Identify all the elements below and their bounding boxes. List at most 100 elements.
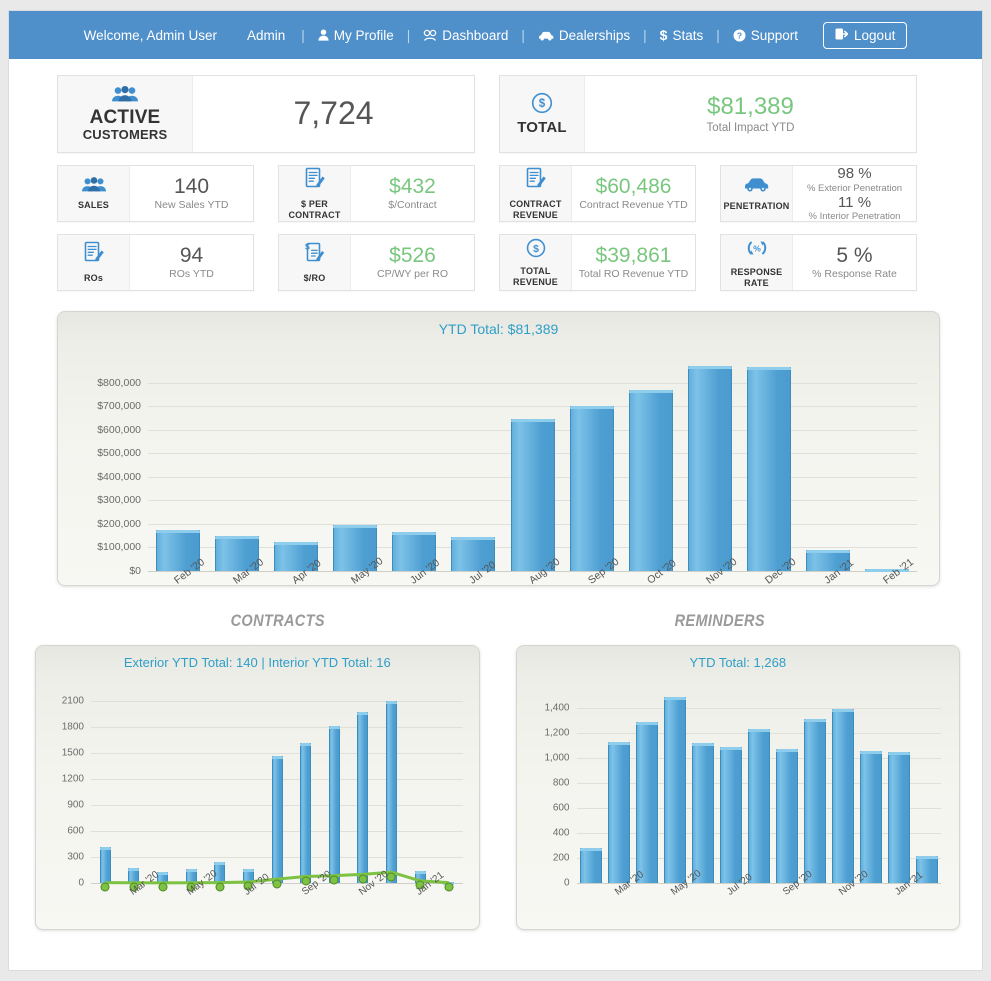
card-badge: $ TOTAL REVENUE bbox=[500, 235, 572, 290]
nav-item-support[interactable]: ? Support bbox=[722, 28, 809, 43]
card-value: $432 bbox=[389, 174, 436, 198]
y-axis-tick-label: 300 bbox=[67, 851, 84, 863]
contract-icon bbox=[304, 167, 326, 196]
nav-item-dashboard[interactable]: Dashboard bbox=[412, 28, 519, 43]
y-axis-tick-label: $500,000 bbox=[97, 447, 141, 460]
card-subtext: % Response Rate bbox=[812, 268, 897, 281]
contracts-heading: CONTRACTS bbox=[230, 612, 325, 630]
line-data-point[interactable] bbox=[100, 882, 110, 892]
users-icon bbox=[112, 85, 138, 107]
line-data-point[interactable] bbox=[158, 882, 168, 892]
y-axis-tick-label: $600,000 bbox=[97, 423, 141, 436]
nav-item-admin[interactable]: Admin bbox=[233, 28, 299, 43]
chart-bar[interactable] bbox=[747, 366, 792, 571]
y-axis-tick-label: 900 bbox=[67, 799, 84, 811]
chart-bar[interactable] bbox=[860, 750, 883, 883]
bottom-charts-row: Exterior YTD Total: 140 | Interior YTD T… bbox=[9, 631, 982, 930]
kpi-col-right: $ TOTAL REVENUE $39,861 Total RO Revenue… bbox=[499, 234, 917, 291]
card-label-line2: CONTRACT bbox=[288, 209, 341, 220]
y-axis-tick-label: 1200 bbox=[61, 773, 84, 785]
card-penetration[interactable]: PENETRATION 98 % % Exterior Penetration … bbox=[720, 165, 917, 222]
card-label-line1: TOTAL bbox=[520, 266, 551, 277]
line-data-point[interactable] bbox=[215, 882, 225, 892]
chart-bar[interactable] bbox=[510, 419, 555, 571]
card-subtext: New Sales YTD bbox=[154, 199, 229, 212]
card-label-line2: REVENUE bbox=[513, 209, 558, 220]
y-axis-tick-label: 0 bbox=[563, 877, 570, 889]
chart-bar[interactable] bbox=[687, 366, 732, 571]
line-data-point[interactable] bbox=[272, 879, 282, 889]
card-active-customers[interactable]: ACTIVE CUSTOMERS 7,724 bbox=[57, 75, 475, 153]
card-contract-revenue[interactable]: CONTRACT REVENUE $60,486 Contract Revenu… bbox=[499, 165, 696, 222]
kpi-row-2: SALES 140 New Sales YTD $ PER CONTRACT $… bbox=[57, 165, 940, 222]
dollar-contract-icon: $ bbox=[303, 241, 326, 270]
card-subtext: $/Contract bbox=[388, 199, 437, 212]
y-axis-tick-label: $100,000 bbox=[97, 541, 141, 554]
card-label: ACTIVE CUSTOMERS bbox=[82, 107, 168, 143]
dashboard-page: Welcome, Admin User Admin | My Profile |… bbox=[8, 10, 983, 971]
contracts-chart-title: Exterior YTD Total: 140 | Interior YTD T… bbox=[123, 655, 391, 670]
logout-button[interactable]: Logout bbox=[823, 21, 908, 49]
card-ros[interactable]: ROs 94 ROs YTD bbox=[57, 234, 254, 291]
chart-bar[interactable] bbox=[804, 719, 827, 883]
kpi-big-row: ACTIVE CUSTOMERS 7,724 $ TOTAL $81,389 T… bbox=[57, 75, 940, 153]
chart-bar[interactable] bbox=[607, 741, 630, 883]
card-value: 94 bbox=[179, 243, 204, 267]
line-data-point[interactable] bbox=[444, 882, 454, 892]
kpi-section: ACTIVE CUSTOMERS 7,724 $ TOTAL $81,389 T… bbox=[9, 59, 982, 291]
card-label-line2: CUSTOMERS bbox=[82, 127, 168, 143]
dollar-circle-icon: $ bbox=[526, 238, 546, 263]
y-axis-tick-label: 200 bbox=[552, 852, 570, 864]
y-axis-tick-label: $700,000 bbox=[97, 400, 141, 413]
card-response-rate[interactable]: % RESPONSE RATE 5 % % Response Rate bbox=[720, 234, 917, 291]
nav-separator: | bbox=[521, 27, 525, 43]
chart-bar[interactable] bbox=[719, 747, 742, 883]
chart-bar[interactable] bbox=[691, 743, 714, 883]
chart-bar[interactable] bbox=[776, 749, 799, 883]
logout-label: Logout bbox=[854, 27, 896, 43]
chart-bar[interactable] bbox=[663, 696, 686, 883]
nav-label: Dealerships bbox=[558, 27, 631, 43]
card-label-line1: RESPONSE bbox=[730, 267, 783, 278]
y-axis-tick-label: 600 bbox=[552, 802, 570, 814]
card-label: SALES bbox=[77, 199, 109, 210]
chart-bar[interactable] bbox=[579, 848, 602, 883]
car-icon bbox=[743, 176, 771, 198]
main-chart-wrap: YTD Total: $81,389 $0 $100,000 $200,000 $30… bbox=[9, 291, 982, 587]
card-value: $60,486 bbox=[595, 174, 672, 198]
y-axis-tick-label: 2100 bbox=[61, 695, 84, 707]
card-per-contract[interactable]: $ PER CONTRACT $432 $/Contract bbox=[278, 165, 475, 222]
chart-bar[interactable] bbox=[748, 729, 770, 883]
y-axis-tick-label: 600 bbox=[67, 825, 84, 837]
nav-item-my-profile[interactable]: My Profile bbox=[307, 28, 405, 43]
card-subtext-interior: % Interior Penetration bbox=[808, 210, 901, 222]
card-badge: SALES bbox=[58, 166, 130, 221]
nav-item-dealerships[interactable]: Dealerships bbox=[527, 28, 641, 43]
card-per-ro[interactable]: $ $/RO $526 CP/WY per RO bbox=[278, 234, 475, 291]
svg-text:$: $ bbox=[533, 244, 539, 255]
top-navbar: Welcome, Admin User Admin | My Profile |… bbox=[9, 11, 982, 59]
svg-text:%: % bbox=[753, 244, 761, 254]
chart-bar[interactable] bbox=[628, 390, 673, 571]
impact-chart-plot: $0 $100,000 $200,000 $300,000 $400,000 $500,0… bbox=[97, 359, 917, 587]
chart-bar[interactable] bbox=[832, 709, 855, 883]
dollar-icon: $ bbox=[659, 27, 668, 43]
card-total-impact[interactable]: $ TOTAL $81,389 Total Impact YTD bbox=[499, 75, 917, 153]
card-value: $81,389 bbox=[707, 93, 794, 121]
card-label: $ PER CONTRACT bbox=[288, 199, 340, 219]
chart-bar[interactable] bbox=[635, 721, 658, 883]
card-sales[interactable]: SALES 140 New Sales YTD bbox=[57, 165, 254, 222]
nav-label: My Profile bbox=[333, 27, 394, 43]
card-badge: PENETRATION bbox=[721, 166, 793, 221]
nav-label: Support bbox=[750, 27, 799, 43]
card-label-line2: RATE bbox=[744, 277, 769, 288]
chart-bar[interactable] bbox=[569, 406, 614, 571]
card-label-line1: CONTRACT bbox=[509, 199, 562, 210]
nav-separator: | bbox=[716, 27, 720, 43]
card-total-revenue[interactable]: $ TOTAL REVENUE $39,861 Total RO Revenue… bbox=[499, 234, 696, 291]
percent-refresh-icon: % bbox=[746, 237, 768, 264]
nav-item-stats[interactable]: $ Stats bbox=[649, 27, 715, 43]
user-icon bbox=[318, 29, 329, 41]
chart-bar[interactable] bbox=[888, 752, 911, 883]
reminders-chart-plot: 0 200 400 600 800 1,000 1,200 1,400 Mar '20 May '… bbox=[544, 688, 941, 898]
